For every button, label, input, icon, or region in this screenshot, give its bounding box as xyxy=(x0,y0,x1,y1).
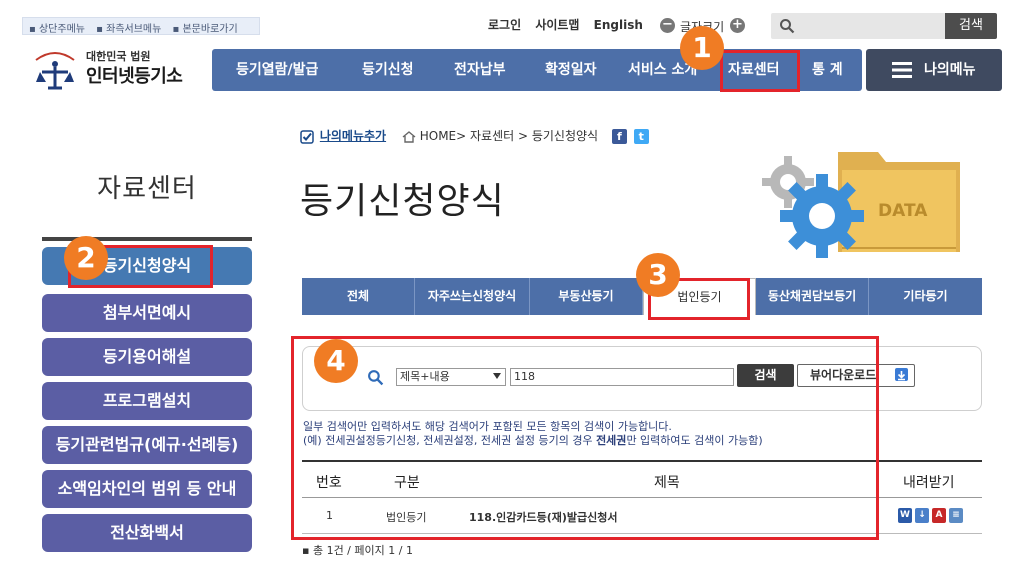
skip-link-content[interactable]: ▪ 본문바로가기 xyxy=(173,24,242,35)
skip-link-left[interactable]: ▪ 좌측서브메뉴 xyxy=(96,24,165,35)
hamburger-icon xyxy=(892,62,912,78)
font-increase-icon[interactable]: + xyxy=(730,18,745,33)
site-logo[interactable]: 대한민국 법원 인터넷등기소 xyxy=(28,38,198,94)
step-badge-3: 3 xyxy=(636,253,680,297)
data-folder-gear-icon: DATA xyxy=(762,152,960,258)
facebook-icon[interactable]: f xyxy=(611,129,627,144)
step-badge-1: 1 xyxy=(680,26,724,70)
nav-statistics[interactable]: 통 계 xyxy=(812,49,843,91)
top-search-input[interactable] xyxy=(771,13,947,39)
lnb-item-attachment-examples[interactable]: 첨부서면예시 xyxy=(42,294,252,332)
twitter-icon[interactable]: t xyxy=(633,129,649,144)
font-decrease-icon[interactable]: − xyxy=(660,18,675,33)
add-my-menu-link[interactable]: 나의메뉴추가 xyxy=(320,129,386,143)
lnb-item-program-install[interactable]: 프로그램설치 xyxy=(42,382,252,420)
text-file-icon[interactable]: ≡ xyxy=(949,508,963,523)
nav-e-payment[interactable]: 전자납부 xyxy=(454,49,506,91)
sitemap-link[interactable]: 사이트맵 xyxy=(535,18,579,32)
court-emblem-icon xyxy=(35,52,75,90)
banner-data-text: DATA xyxy=(878,201,928,221)
tab-frequent-forms[interactable]: 자주쓰는신청양식 xyxy=(415,278,530,315)
nav-registry-view[interactable]: 등기열람/발급 xyxy=(236,49,318,91)
logo-title: 인터넷등기소 xyxy=(86,66,183,87)
login-link[interactable]: 로그인 xyxy=(488,18,521,32)
page-title: 등기신청양식 xyxy=(300,181,505,222)
skip-links: ▪ 상단주메뉴 ▪ 좌측서브메뉴 ▪ 본문바로가기 xyxy=(22,17,260,35)
pdf-file-icon[interactable]: A xyxy=(932,508,946,523)
english-link[interactable]: English xyxy=(594,18,643,32)
step-badge-4: 4 xyxy=(314,339,358,383)
step-badge-2: 2 xyxy=(64,236,108,280)
highlight-box-4 xyxy=(291,336,879,540)
lnb-item-small-tenant[interactable]: 소액임차인의 범위 등 안내 xyxy=(42,470,252,508)
my-menu-button[interactable]: 나의메뉴 xyxy=(866,49,1002,91)
tab-all[interactable]: 전체 xyxy=(302,278,415,315)
nav-fixed-date[interactable]: 확정일자 xyxy=(545,49,597,91)
lnb-item-glossary[interactable]: 등기용어해설 xyxy=(42,338,252,376)
tab-real-estate[interactable]: 부동산등기 xyxy=(530,278,643,315)
top-search: 검색 xyxy=(771,13,997,39)
skip-link-top[interactable]: ▪ 상단주메뉴 xyxy=(29,24,89,35)
lnb-item-whitepaper[interactable]: 전산화백서 xyxy=(42,514,252,552)
check-icon xyxy=(300,129,314,144)
column-header-download: 내려받기 xyxy=(903,475,955,491)
lnb-item-regulations[interactable]: 등기관련법규(예규·선례등) xyxy=(42,426,252,464)
top-search-button[interactable]: 검색 xyxy=(945,13,997,39)
nav-registry-apply[interactable]: 등기신청 xyxy=(362,49,414,91)
search-icon xyxy=(780,19,795,34)
breadcrumb: 나의메뉴추가 HOME> 자료센터 > 등기신청양식 f t xyxy=(300,127,649,144)
word-file-icon[interactable]: W xyxy=(898,508,912,523)
download-icon xyxy=(895,368,908,381)
my-menu-label: 나의메뉴 xyxy=(924,62,976,78)
lnb-title: 자료센터 xyxy=(97,174,197,204)
breadcrumb-path: HOME> 자료센터 > 등기신청양식 xyxy=(419,129,599,143)
tab-other[interactable]: 기타등기 xyxy=(869,278,982,315)
hwp-file-icon[interactable]: ↓ xyxy=(915,508,929,523)
tab-movable-collateral[interactable]: 동산채권담보등기 xyxy=(756,278,869,315)
home-icon xyxy=(402,130,416,143)
utility-links: 로그인 사이트맵 English xyxy=(488,16,653,33)
highlight-box-1 xyxy=(720,50,800,92)
page-summary: ▪ 총 1건 / 페이지 1 / 1 xyxy=(302,544,413,557)
